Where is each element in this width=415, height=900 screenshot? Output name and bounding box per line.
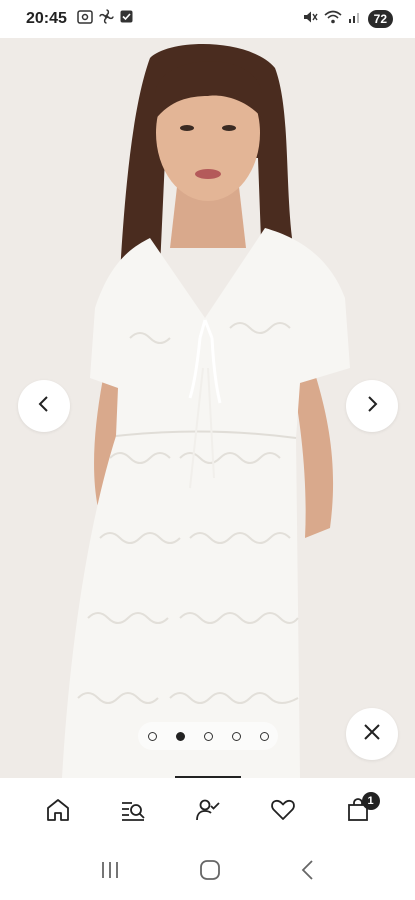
search-list-icon — [120, 797, 146, 828]
pagination-dot[interactable] — [203, 731, 213, 741]
previous-image-button[interactable] — [18, 380, 70, 432]
status-right: 72 — [303, 10, 393, 29]
next-image-button[interactable] — [346, 380, 398, 432]
account-icon — [195, 797, 221, 828]
pagination-dot-active[interactable] — [175, 731, 185, 741]
pagination-dot[interactable] — [259, 731, 269, 741]
battery-indicator: 72 — [367, 10, 393, 28]
pagination-dot[interactable] — [147, 731, 157, 741]
nav-cart[interactable]: 1 — [334, 788, 382, 836]
recents-icon[interactable] — [99, 860, 121, 885]
nav-home[interactable] — [34, 788, 82, 836]
close-icon — [363, 723, 381, 746]
chevron-left-icon — [36, 395, 52, 418]
bottom-navigation: 1 — [0, 780, 415, 844]
status-bar: 20:45 72 — [0, 0, 415, 38]
fan-icon — [99, 9, 114, 29]
heart-icon — [270, 798, 296, 827]
nav-search[interactable] — [109, 788, 157, 836]
scroll-indicator — [175, 776, 241, 778]
chevron-right-icon — [364, 395, 380, 418]
nav-account[interactable] — [184, 788, 232, 836]
pagination-dot[interactable] — [231, 731, 241, 741]
back-icon[interactable] — [300, 859, 316, 886]
gallery-pagination — [138, 722, 278, 750]
home-icon — [45, 797, 71, 828]
close-gallery-button[interactable] — [346, 708, 398, 760]
system-navigation — [0, 844, 415, 900]
signal-icon — [348, 10, 362, 29]
wifi-icon — [324, 10, 342, 29]
screenshot-icon — [77, 9, 93, 29]
cart-count-badge: 1 — [361, 792, 380, 810]
checkbox-icon — [120, 10, 133, 28]
mute-icon — [303, 10, 318, 29]
nav-wishlist[interactable] — [259, 788, 307, 836]
status-left-icons — [77, 9, 133, 29]
home-circle-icon[interactable] — [199, 859, 221, 886]
status-time: 20:45 — [26, 10, 67, 27]
